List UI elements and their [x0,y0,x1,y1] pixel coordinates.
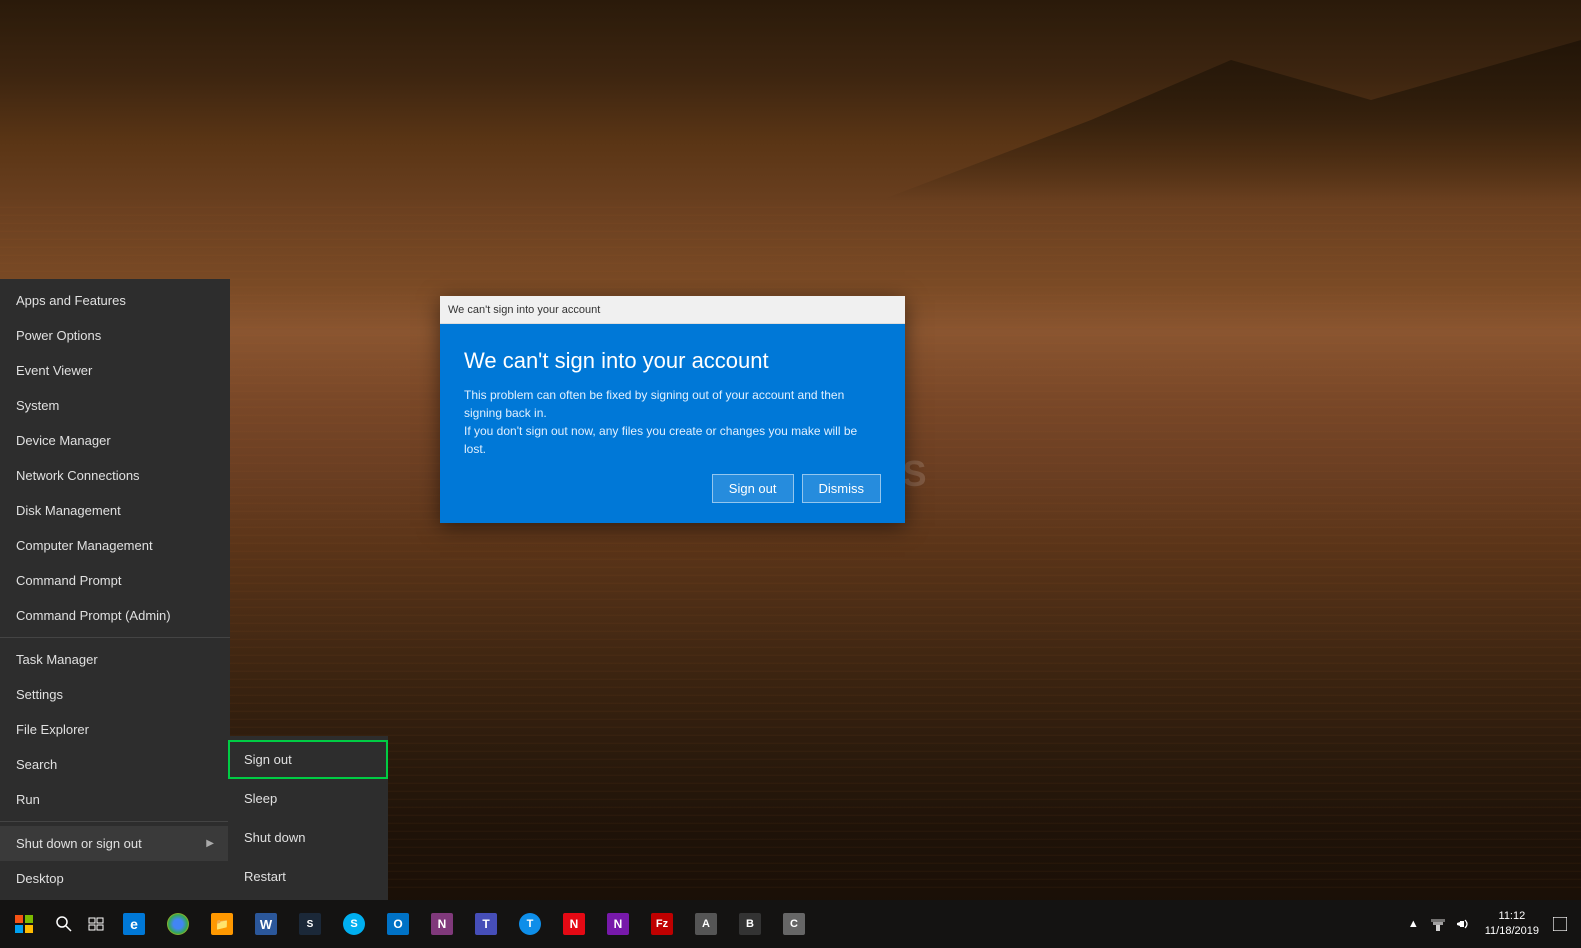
context-menu: Apps and Features Power Options Event Vi… [0,279,230,900]
taskbar-outlook-icon[interactable]: O [376,900,420,948]
submenu-restart[interactable]: Restart [228,857,388,896]
task-view-button[interactable] [80,900,112,948]
taskbar-skype-icon[interactable]: S [332,900,376,948]
submenu-sign-out[interactable]: Sign out [228,740,388,779]
dialog-body: We can't sign into your account This pro… [440,324,905,523]
menu-item-command-prompt[interactable]: Command Prompt [0,563,230,598]
menu-item-settings[interactable]: Settings [0,677,230,712]
menu-item-power-options[interactable]: Power Options [0,318,230,353]
menu-item-run[interactable]: Run [0,782,230,817]
taskbar-onenote-icon[interactable]: N [420,900,464,948]
menu-item-device-manager[interactable]: Device Manager [0,423,230,458]
taskbar-chrome-icon[interactable] [156,900,200,948]
menu-item-event-viewer[interactable]: Event Viewer [0,353,230,388]
taskbar-teams-icon[interactable]: T [464,900,508,948]
submenu-shut-down[interactable]: Shut down [228,818,388,857]
taskbar: e 📁 W S S O N T T N N [0,900,1581,948]
menu-item-shut-down-sign-out[interactable]: Shut down or sign out ▶ [0,826,230,861]
dialog-sign-out-button[interactable]: Sign out [712,474,794,503]
taskbar-edge-icon[interactable]: e [112,900,156,948]
system-clock[interactable]: 11:12 11/18/2019 [1477,909,1547,940]
search-icon [56,916,72,932]
menu-item-network-connections[interactable]: Network Connections [0,458,230,493]
network-icon [1431,917,1445,931]
notification-icon [1553,917,1567,931]
taskbar-explorer-icon[interactable]: 📁 [200,900,244,948]
menu-item-file-explorer[interactable]: File Explorer [0,712,230,747]
windows-logo-icon [15,915,33,933]
notification-button[interactable] [1547,900,1573,948]
systray-chevron[interactable]: ▲ [1402,900,1425,948]
taskbar-steam-icon[interactable]: S [288,900,332,948]
taskbar-pinned-icons: e 📁 W S S O N T T N N [112,900,816,948]
taskbar-app2-icon[interactable]: B [728,900,772,948]
task-view-icon [88,916,104,932]
shutdown-submenu: Sign out Sleep Shut down Restart [228,736,388,900]
sign-in-error-dialog: We can't sign into your account We can't… [440,296,905,523]
start-button[interactable] [0,900,48,948]
menu-item-command-prompt-admin[interactable]: Command Prompt (Admin) [0,598,230,633]
dialog-description: This problem can often be fixed by signi… [464,386,881,458]
dialog-buttons: Sign out Dismiss [464,474,881,503]
dialog-title: We can't sign into your account [464,348,881,374]
volume-icon [1457,917,1471,931]
taskbar-teamviewer-icon[interactable]: T [508,900,552,948]
taskbar-word-icon[interactable]: W [244,900,288,948]
menu-item-computer-management[interactable]: Computer Management [0,528,230,563]
menu-item-system[interactable]: System [0,388,230,423]
systray-network-icon[interactable] [1425,900,1451,948]
taskbar-filezilla-icon[interactable]: Fz [640,900,684,948]
menu-divider-2 [0,821,230,822]
submenu-arrow-icon: ▶ [206,838,214,849]
system-tray: ▲ 11:12 11/18/2019 [1402,900,1581,948]
menu-item-apps-features[interactable]: Apps and Features [0,283,230,318]
dialog-titlebar: We can't sign into your account [440,296,905,324]
menu-item-task-manager[interactable]: Task Manager [0,642,230,677]
menu-divider-1 [0,637,230,638]
taskbar-app1-icon[interactable]: A [684,900,728,948]
systray-volume-icon[interactable] [1451,900,1477,948]
menu-item-desktop[interactable]: Desktop [0,861,230,896]
submenu-sleep[interactable]: Sleep [228,779,388,818]
taskbar-search-button[interactable] [48,900,80,948]
taskbar-onenote2-icon[interactable]: N [596,900,640,948]
menu-item-disk-management[interactable]: Disk Management [0,493,230,528]
menu-item-search[interactable]: Search [0,747,230,782]
taskbar-netflix-icon[interactable]: N [552,900,596,948]
taskbar-app3-icon[interactable]: C [772,900,816,948]
dialog-dismiss-button[interactable]: Dismiss [802,474,882,503]
